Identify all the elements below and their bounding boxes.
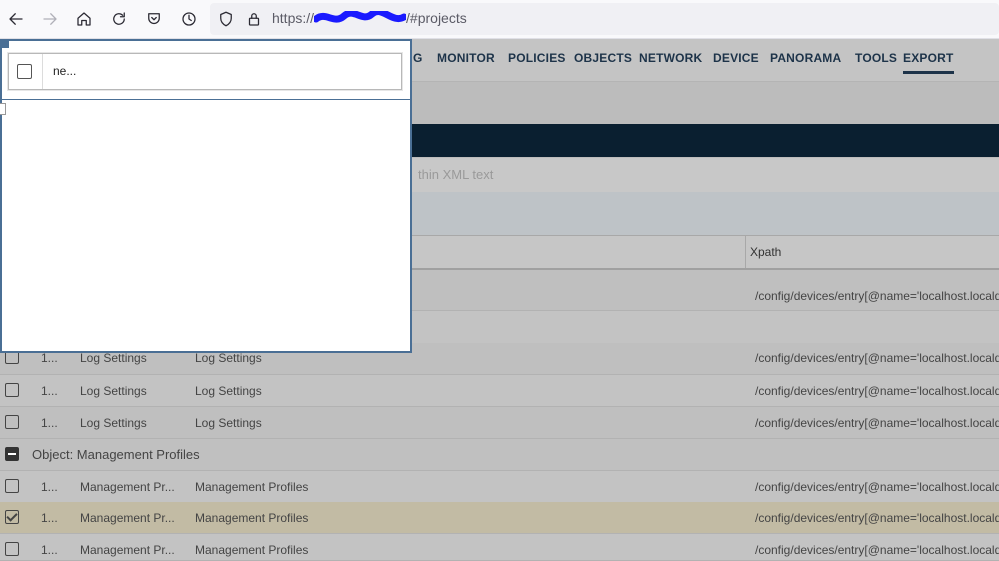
url-text[interactable]: https:// /#projects	[272, 10, 467, 26]
nav-item-network[interactable]: NETWORK	[639, 51, 702, 65]
id-cell: 1...	[41, 543, 58, 557]
row-checkbox[interactable]	[5, 542, 19, 556]
nav-item-monitor[interactable]: MONITOR	[437, 51, 495, 65]
row-checkbox[interactable]	[5, 383, 19, 397]
nav-item-objects[interactable]: OBJECTS	[574, 51, 632, 65]
name-cell: Log Settings	[80, 351, 147, 365]
forward-arrow-icon[interactable]	[38, 7, 62, 31]
id-cell: 1...	[41, 480, 58, 494]
category-cell: Management Profiles	[195, 511, 309, 525]
url-scheme: https://	[272, 10, 315, 26]
nav-item-panorama[interactable]: PANORAMA	[770, 51, 841, 65]
id-cell: 1...	[41, 351, 58, 365]
category-cell: Management Profiles	[195, 543, 309, 557]
name-cell: Management Pr...	[80, 543, 175, 557]
nav-item-export[interactable]: EXPORT	[903, 51, 954, 74]
popup-checkbox[interactable]	[17, 64, 32, 79]
xpath-cell: /config/devices/entry[@name='localhost.l…	[755, 511, 999, 525]
history-icon[interactable]	[177, 7, 201, 31]
category-cell: Management Profiles	[195, 480, 309, 494]
search-placeholder: thin XML text	[418, 167, 494, 182]
xpath-cell: /config/devices/entry[@name='localhost.l…	[755, 289, 999, 303]
table-row[interactable]: 1... Management Pr... Management Profile…	[0, 534, 999, 561]
popup-corner-handle	[2, 41, 9, 48]
name-cell: Management Pr...	[80, 511, 175, 525]
row-checkbox[interactable]	[5, 415, 19, 429]
lock-icon[interactable]	[242, 7, 266, 31]
browser-toolbar: https:// /#projects	[0, 0, 999, 39]
pocket-icon[interactable]	[142, 7, 166, 31]
popup-side-handle	[0, 103, 6, 115]
row-checkbox-checked[interactable]	[5, 510, 19, 524]
column-header-xpath[interactable]: Xpath	[745, 236, 999, 268]
popup-divider	[42, 54, 43, 89]
nav-item-policies[interactable]: POLICIES	[508, 51, 566, 65]
xpath-cell: /config/devices/entry[@name='localhost.l…	[755, 416, 999, 430]
nav-item-tools[interactable]: TOOLS	[855, 51, 897, 65]
group-label: Object: Management Profiles	[32, 447, 200, 462]
nav-item-device[interactable]: DEVICE	[713, 51, 759, 65]
name-cell: Log Settings	[80, 416, 147, 430]
redacted-host	[314, 11, 407, 23]
table-row[interactable]: 1... Management Pr... Management Profile…	[0, 471, 999, 503]
row-checkbox[interactable]	[5, 479, 19, 493]
dropdown-popup: ne...	[0, 39, 412, 353]
xpath-cell: /config/devices/entry[@name='localhost.l…	[755, 384, 999, 398]
column-header-xpath-label: Xpath	[750, 245, 782, 259]
home-icon[interactable]	[72, 7, 96, 31]
xpath-cell: /config/devices/entry[@name='localhost.l…	[755, 543, 999, 557]
popup-option-field[interactable]: ne...	[8, 53, 402, 90]
table-row-selected[interactable]: 1... Management Pr... Management Profile…	[0, 502, 999, 534]
table-row[interactable]: 1... Log Settings Log Settings /config/d…	[0, 407, 999, 439]
shield-icon[interactable]	[214, 7, 238, 31]
popup-header: ne...	[2, 41, 410, 100]
popup-option-text: ne...	[53, 64, 77, 78]
xpath-cell: /config/devices/entry[@name='localhost.l…	[755, 480, 999, 494]
category-cell: Log Settings	[195, 416, 262, 430]
group-row[interactable]: Object: Management Profiles	[0, 439, 999, 471]
id-cell: 1...	[41, 416, 58, 430]
url-path: /#projects	[406, 10, 467, 26]
category-cell: Log Settings	[195, 384, 262, 398]
id-cell: 1...	[41, 511, 58, 525]
group-collapse-icon[interactable]	[5, 447, 19, 461]
name-cell: Management Pr...	[80, 480, 175, 494]
nav-item-partial[interactable]: G	[413, 51, 423, 65]
name-cell: Log Settings	[80, 384, 147, 398]
url-bar[interactable]: https:// /#projects	[210, 3, 999, 35]
category-cell: Log Settings	[195, 351, 262, 365]
table-row[interactable]: 1... Log Settings Log Settings /config/d…	[0, 375, 999, 407]
reload-icon[interactable]	[107, 7, 131, 31]
xpath-cell: /config/devices/entry[@name='localhost.l…	[755, 351, 999, 365]
id-cell: 1...	[41, 384, 58, 398]
back-arrow-icon[interactable]	[4, 7, 28, 31]
